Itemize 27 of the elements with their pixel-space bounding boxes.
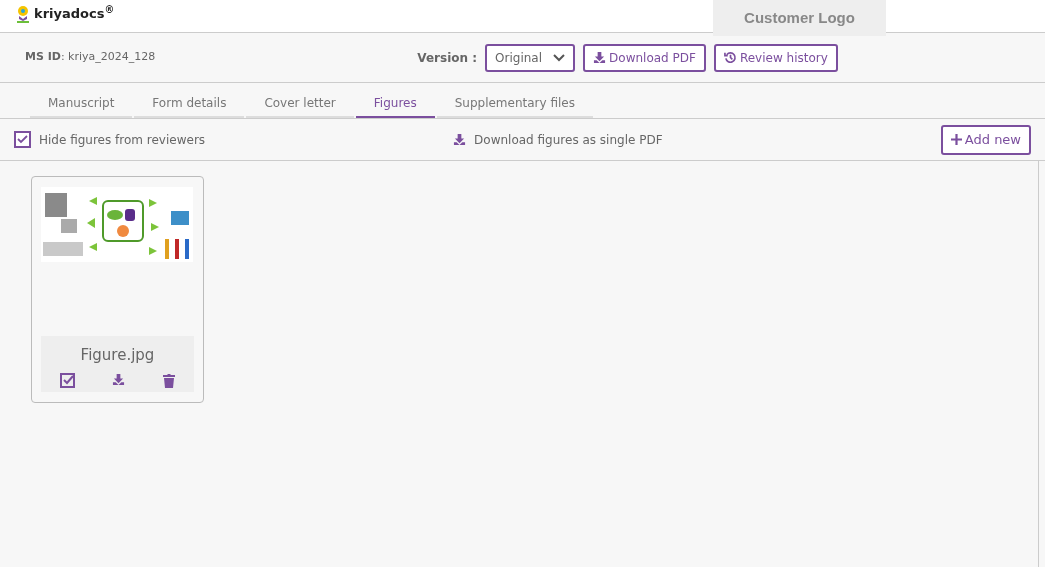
download-figures-link[interactable]: Download figures as single PDF [453, 130, 663, 149]
checkbox[interactable] [14, 131, 31, 148]
tab[interactable]: Manuscript [30, 83, 133, 118]
caret-icon [553, 53, 566, 62]
tab[interactable]: Figures [355, 83, 435, 118]
version-dropdown[interactable]: Original [485, 43, 576, 72]
history-icon [723, 51, 737, 64]
tab[interactable]: Form details [134, 83, 245, 118]
file-name: Figure.jpg [80, 345, 155, 366]
checkbox-label: Hide figures from reviewers [39, 131, 206, 149]
add-new-button[interactable]: Add new [940, 124, 1031, 155]
review-history-button[interactable]: Review history [713, 43, 838, 72]
check-icon [17, 135, 28, 144]
logo-icon [16, 4, 30, 23]
version-label: Version : [417, 49, 478, 67]
tab[interactable]: Supplementary files [436, 83, 593, 118]
plus-icon [950, 134, 962, 145]
checked-box-icon[interactable] [59, 373, 75, 388]
ms-id-text: MS ID: kriya_2024_128 [25, 49, 156, 66]
download-icon [593, 51, 607, 64]
download-icon [453, 133, 467, 146]
download-icon[interactable] [111, 373, 125, 388]
logo-text: kriyadocs$^{®}$ [34, 4, 115, 23]
tab[interactable]: Cover letter [246, 83, 354, 118]
trash-icon[interactable] [161, 373, 176, 388]
download-pdf-button[interactable]: Download PDF [583, 43, 706, 72]
customer-logo: Customer Logo [713, 0, 886, 36]
